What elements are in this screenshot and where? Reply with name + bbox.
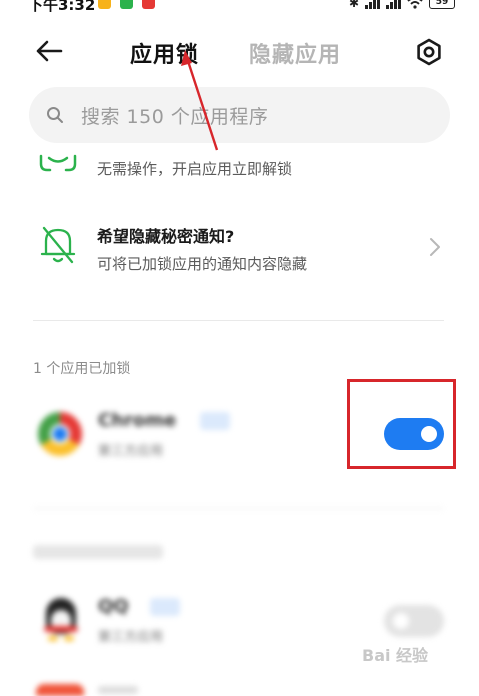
toggle-knob-off [393, 613, 409, 629]
locked-app-name: Chrome [98, 410, 177, 431]
locked-app-subtitle: 第三方应用 [98, 444, 164, 459]
notify-row-title: 希望隐藏秘密通知? [97, 227, 235, 246]
face-unlock-icon [39, 154, 77, 172]
wifi-icon [407, 0, 423, 9]
divider-2 [33, 508, 444, 509]
status-time: 下午3:32 [28, 0, 96, 14]
chevron-right-icon [430, 238, 440, 256]
bluetooth-icon: ✱ [348, 0, 359, 10]
notification-app-icon [98, 0, 111, 9]
qq-app-icon [40, 598, 82, 642]
unlocked-section-header [33, 545, 163, 559]
search-placeholder: 搜索 150 个应用程序 [81, 106, 269, 128]
tab-hidden-apps[interactable]: 隐藏应用 [249, 37, 341, 69]
bell-slash-icon [40, 226, 76, 264]
search-bar[interactable]: 搜索 150 个应用程序 [29, 87, 450, 143]
news-app-icon [142, 0, 155, 9]
signal-icon [365, 0, 380, 9]
signal-icon-2 [386, 0, 401, 9]
search-icon [47, 107, 63, 123]
notify-row-subtitle: 可将已加锁应用的通知内容隐藏 [97, 255, 308, 273]
qq-lock-toggle[interactable] [384, 605, 444, 637]
locked-section-header: 1 个应用已加锁 [33, 361, 131, 377]
unlocked-app-subtitle: 第三方应用 [98, 630, 164, 645]
settings-icon[interactable] [414, 37, 444, 67]
watermark: Bai 经验 [362, 646, 429, 665]
app-tag-badge [200, 412, 230, 430]
divider [33, 320, 444, 321]
back-arrow-icon[interactable] [34, 36, 64, 66]
app-tag-badge-2 [150, 598, 180, 616]
unlock-row-subtitle: 无需操作，开启应用立即解锁 [97, 160, 293, 178]
chrome-app-icon [38, 412, 82, 456]
annotation-highlight-box [347, 379, 456, 469]
status-icons: ✱ 59 [349, 0, 455, 9]
more-notifications-icon: ··· [168, 0, 192, 9]
tab-app-lock[interactable]: 应用锁 [130, 37, 199, 69]
status-bar: 下午3:32 ··· ✱ 59 [0, 0, 479, 14]
unlocked-app-name: QQ [98, 596, 129, 617]
wechat-icon [120, 0, 133, 9]
battery-icon: 59 [429, 0, 455, 9]
partial-app-icon [36, 684, 84, 696]
